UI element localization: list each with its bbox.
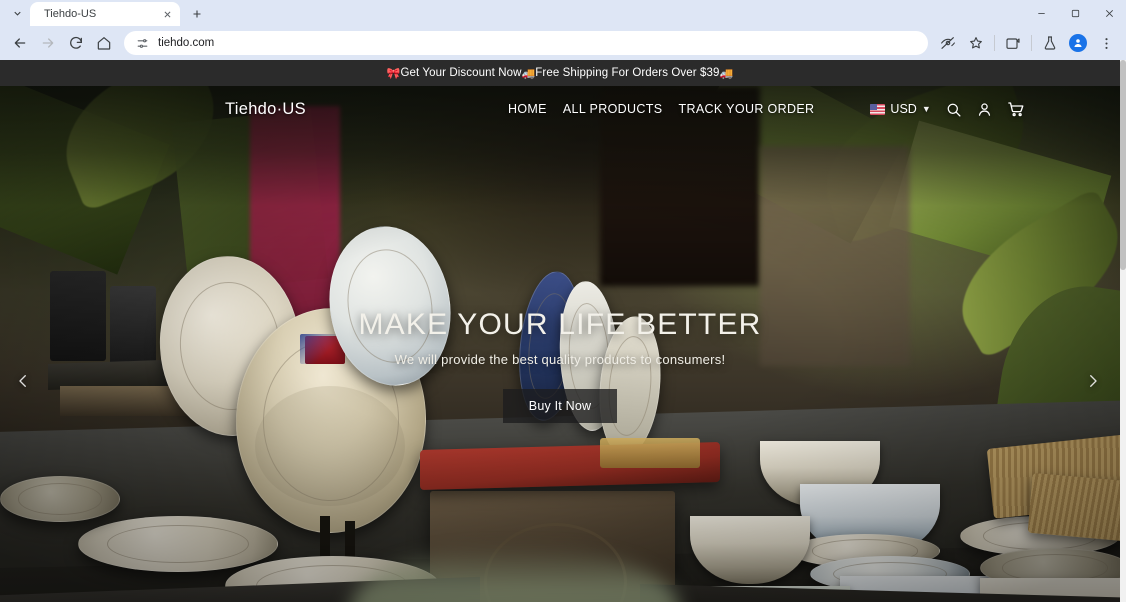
buy-it-now-button[interactable]: Buy It Now: [502, 389, 618, 423]
toolbar-divider: [994, 35, 995, 51]
page-scrollbar[interactable]: [1120, 60, 1126, 602]
ribbon-emoji: 🎀: [386, 67, 401, 80]
window-controls: [1024, 0, 1126, 26]
tab-title: Tiehdo-US: [44, 8, 97, 20]
new-tab-button[interactable]: [186, 3, 208, 25]
user-icon: [1074, 39, 1082, 47]
browser-menu-button[interactable]: [1092, 29, 1120, 57]
site-logo[interactable]: Tiehdo·US: [225, 100, 306, 119]
nav-track-your-order[interactable]: TRACK YOUR ORDER: [678, 102, 814, 116]
tab-search-button[interactable]: [4, 0, 30, 26]
promo-banner[interactable]: 🎀 Get Your Discount Now 🚚 Free Shipping …: [0, 60, 1120, 86]
plus-icon: [193, 10, 201, 18]
eye-slash-icon: [941, 37, 955, 49]
minimize-icon: [1037, 12, 1045, 14]
hero-background-image: [0, 86, 1120, 602]
three-dot-menu-icon: [1104, 37, 1108, 49]
truck-emoji: 🚚: [719, 67, 734, 80]
chevron-down-icon: [13, 11, 21, 16]
shopping-cart-icon: [1007, 102, 1024, 117]
reload-icon: [70, 36, 82, 49]
profile-button[interactable]: [1064, 29, 1092, 57]
bookmark-button[interactable]: [962, 29, 990, 57]
reload-button[interactable]: [62, 29, 90, 57]
close-icon: [164, 11, 170, 17]
truck-emoji: 🚚: [521, 67, 536, 80]
avatar-icon: [1069, 34, 1087, 52]
address-bar-url: tiehdo.com: [158, 37, 215, 49]
chevron-left-icon: [19, 375, 26, 387]
header-actions: USD ▼: [870, 100, 1024, 118]
home-button[interactable]: [90, 29, 118, 57]
hero-carousel: Tiehdo·US HOME ALL PRODUCTS TRACK YOUR O…: [0, 86, 1120, 602]
chevron-down-icon: ▼: [921, 104, 931, 114]
window-maximize-button[interactable]: [1058, 0, 1092, 26]
promo-text-discount: Get Your Discount Now: [400, 67, 522, 79]
search-icon: [947, 103, 961, 117]
carousel-next-button[interactable]: [1080, 368, 1106, 394]
arrow-right-icon: [42, 38, 54, 48]
close-icon: [1105, 9, 1113, 17]
promo-text-shipping: Free Shipping For Orders Over $39: [535, 67, 720, 79]
site-header: Tiehdo·US HOME ALL PRODUCTS TRACK YOUR O…: [0, 86, 1120, 132]
page-scrollbar-thumb[interactable]: [1120, 60, 1126, 270]
browser-window: Tiehdo-US tiehdo.com 🎀 Get Your Discount…: [0, 0, 1126, 602]
currency-code: USD: [890, 102, 917, 116]
arrow-left-icon: [14, 38, 26, 48]
browser-toolbar: tiehdo.com: [0, 26, 1126, 60]
browser-tab[interactable]: Tiehdo-US: [30, 2, 180, 26]
tune-sliders-icon: [137, 38, 147, 48]
carousel-prev-button[interactable]: [10, 368, 36, 394]
us-flag-icon: [870, 103, 886, 115]
window-minimize-button[interactable]: [1024, 0, 1058, 26]
side-panel-icon: [1006, 38, 1020, 49]
star-icon: [970, 37, 982, 49]
window-close-button[interactable]: [1092, 0, 1126, 26]
side-panel-button[interactable]: [999, 29, 1027, 57]
page-viewport: 🎀 Get Your Discount Now 🚚 Free Shipping …: [0, 60, 1126, 602]
nav-home[interactable]: HOME: [508, 102, 547, 116]
toolbar-actions: [934, 29, 1120, 57]
home-icon: [97, 37, 111, 50]
flask-icon: [1044, 36, 1056, 50]
cart-button[interactable]: [1007, 100, 1025, 118]
search-button[interactable]: [945, 101, 962, 118]
forward-button[interactable]: [34, 29, 62, 57]
tab-close-button[interactable]: [160, 7, 174, 21]
account-button[interactable]: [976, 101, 993, 118]
currency-selector[interactable]: USD ▼: [870, 102, 931, 116]
maximize-icon: [1071, 9, 1079, 17]
user-icon: [978, 102, 990, 116]
address-bar[interactable]: tiehdo.com: [124, 31, 928, 55]
back-button[interactable]: [6, 29, 34, 57]
main-navigation: HOME ALL PRODUCTS TRACK YOUR ORDER: [508, 102, 814, 116]
tracking-protection-button[interactable]: [934, 29, 962, 57]
nav-all-products[interactable]: ALL PRODUCTS: [563, 102, 663, 116]
tab-strip: Tiehdo-US: [0, 0, 1126, 26]
tune-sliders-icon[interactable]: [134, 35, 150, 51]
chevron-right-icon: [1090, 375, 1097, 387]
labs-button[interactable]: [1036, 29, 1064, 57]
toolbar-divider: [1031, 35, 1032, 51]
